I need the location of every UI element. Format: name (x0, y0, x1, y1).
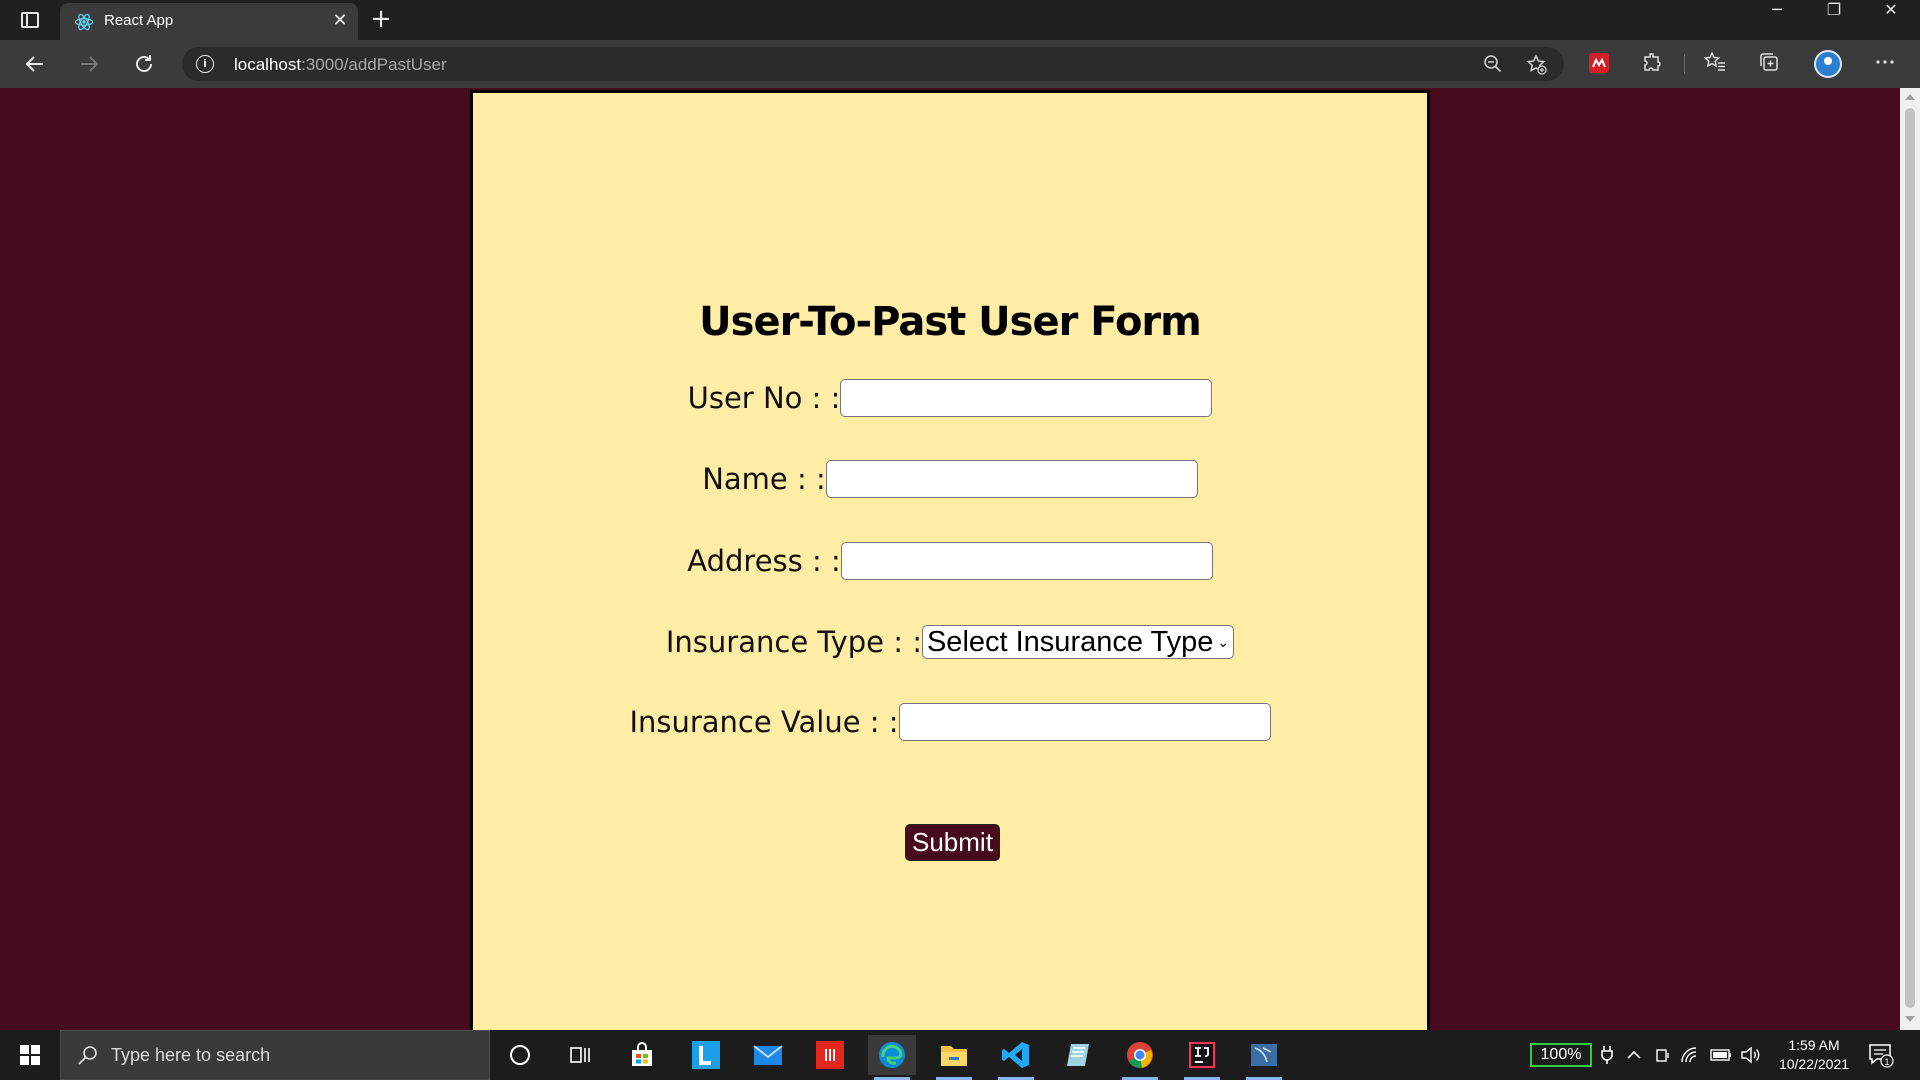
taskbar-search[interactable]: Type here to search (60, 1030, 490, 1080)
profile-avatar[interactable] (1814, 50, 1842, 78)
scrollbar-thumb[interactable] (1905, 108, 1915, 1008)
scroll-down-icon[interactable] (1905, 1016, 1915, 1022)
extension-red-icon[interactable] (1586, 51, 1612, 77)
notification-icon[interactable]: 1 (1868, 1042, 1894, 1068)
windows-taskbar: Type here to search 100% 1:59 AM 10/22/2… (0, 1030, 1920, 1080)
notification-count: 1 (1884, 1057, 1889, 1067)
new-tab-button[interactable]: + (366, 4, 396, 34)
toolbar-separator (1684, 54, 1685, 74)
more-icon[interactable] (1872, 51, 1898, 77)
tab-close-icon[interactable]: ✕ (328, 9, 352, 33)
device-icon[interactable] (1654, 1030, 1672, 1080)
cortana-icon[interactable] (496, 1035, 544, 1075)
intellij-icon[interactable] (1178, 1035, 1226, 1080)
file-explorer-icon[interactable] (930, 1035, 978, 1080)
name-row: Name : : (473, 460, 1427, 498)
page-viewport: User-To-Past User Form User No : : Name … (0, 88, 1900, 1040)
vertical-scrollbar[interactable] (1900, 88, 1920, 1030)
address-bar[interactable]: i localhost:3000/addPastUser (182, 47, 1564, 81)
insurance-type-select[interactable]: Select Insurance Type ⌄ (921, 625, 1235, 659)
insurance-value-row: Insurance Value : : (473, 703, 1427, 741)
vscode-icon[interactable] (992, 1035, 1040, 1080)
sql-tool-icon[interactable] (1240, 1035, 1288, 1080)
store-icon[interactable] (618, 1035, 666, 1075)
close-window-button[interactable]: ✕ (1862, 0, 1920, 38)
scroll-up-icon[interactable] (1905, 94, 1915, 100)
volume-icon[interactable] (1740, 1030, 1762, 1080)
zoom-out-icon[interactable] (1482, 54, 1504, 76)
wifi-icon[interactable] (1680, 1030, 1700, 1080)
react-favicon (74, 13, 94, 31)
clock-time: 1:59 AM (1788, 1037, 1840, 1053)
address-input[interactable] (840, 542, 1213, 580)
insurance-value-label: Insurance Value : : (629, 705, 899, 739)
address-row: Address : : (473, 542, 1427, 580)
tab-strip: React App ✕ + ─ ❐ ✕ (0, 0, 1920, 40)
info-icon[interactable]: i (196, 55, 214, 73)
chevron-up-icon[interactable] (1626, 1030, 1642, 1080)
back-icon[interactable] (18, 48, 52, 80)
url-text[interactable]: localhost:3000/addPastUser (234, 55, 447, 75)
user-no-label: User No : : (687, 381, 841, 415)
insurance-type-row: Insurance Type : : Select Insurance Type… (473, 625, 1427, 659)
search-placeholder: Type here to search (111, 1045, 271, 1065)
insurance-value-input[interactable] (898, 703, 1271, 741)
battery-percentage: 100% (1530, 1043, 1592, 1067)
user-no-row: User No : : (473, 379, 1427, 417)
refresh-icon[interactable] (127, 48, 161, 80)
minimize-button[interactable]: ─ (1748, 0, 1806, 38)
restore-button[interactable]: ❐ (1805, 0, 1863, 38)
forward-icon[interactable] (72, 48, 106, 80)
task-view-icon[interactable] (556, 1035, 604, 1075)
name-label: Name : : (702, 462, 826, 496)
extensions-icon[interactable] (1640, 51, 1666, 77)
l-app-icon[interactable] (682, 1035, 730, 1075)
clock-date: 10/22/2021 (1778, 1056, 1850, 1072)
mail-icon[interactable] (744, 1035, 792, 1075)
battery-icon[interactable] (1710, 1030, 1732, 1080)
browser-toolbar: i localhost:3000/addPastUser (0, 40, 1920, 88)
taskbar-clock[interactable]: 1:59 AM 10/22/2021 (1770, 1036, 1858, 1074)
submit-button[interactable]: Submit (905, 824, 1000, 861)
tab-react-app[interactable]: React App ✕ (60, 3, 358, 40)
form-card: User-To-Past User Form User No : : Name … (470, 90, 1430, 1040)
tab-actions-icon[interactable] (12, 6, 48, 34)
form-title: User-To-Past User Form (699, 299, 1202, 345)
notes-app-icon[interactable] (1054, 1035, 1102, 1075)
start-button[interactable] (0, 1030, 60, 1080)
insurance-type-selected: Select Insurance Type (926, 625, 1214, 658)
collections-icon[interactable] (1756, 51, 1782, 77)
windows-logo-icon (20, 1045, 40, 1065)
chevron-down-icon: ⌄ (1217, 633, 1230, 650)
chrome-icon[interactable] (1116, 1035, 1164, 1080)
search-icon (78, 1046, 97, 1065)
favorites-icon[interactable] (1702, 51, 1728, 77)
add-favorite-icon[interactable] (1526, 54, 1548, 76)
address-label: Address : : (687, 544, 841, 578)
power-plug-icon[interactable] (1600, 1030, 1614, 1080)
edge-icon[interactable] (868, 1035, 916, 1080)
user-no-input[interactable] (840, 379, 1213, 417)
insurance-type-label: Insurance Type : : (665, 625, 922, 659)
tab-title: React App (104, 12, 174, 29)
red-app-icon[interactable] (806, 1035, 854, 1075)
name-input[interactable] (825, 460, 1198, 498)
